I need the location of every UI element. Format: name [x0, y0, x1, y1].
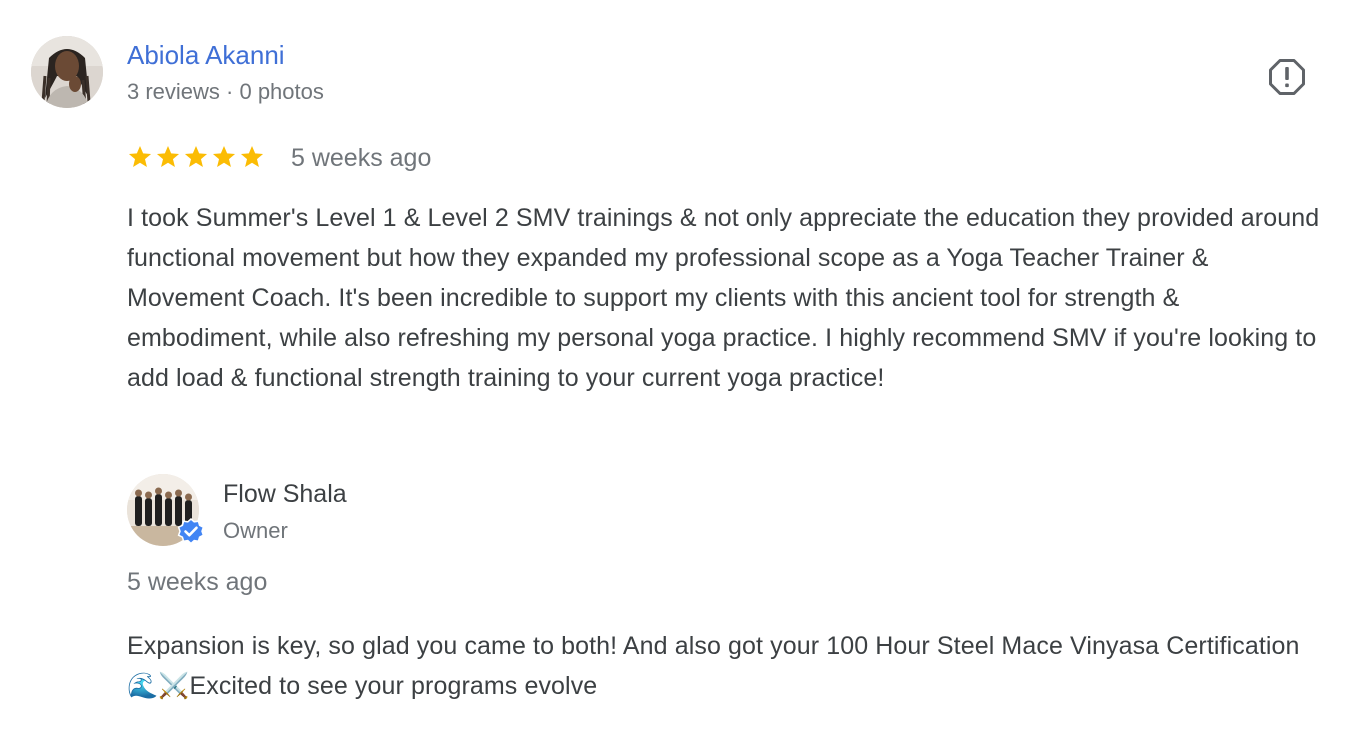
- reviewer-stats: 3 reviews · 0 photos: [127, 79, 324, 104]
- star-icon: [184, 145, 208, 167]
- owner-reply-text: Expansion is key, so glad you came to bo…: [127, 632, 1300, 700]
- review-date: 5 weeks ago: [291, 144, 432, 172]
- owner-name: Flow Shala: [223, 480, 347, 508]
- owner-role-label: Owner: [223, 518, 288, 543]
- review-text: I took Summer's Level 1 & Level 2 SMV tr…: [127, 204, 1320, 392]
- reply-date: 5 weeks ago: [127, 568, 268, 596]
- review-card: Abiola Akanni 3 reviews · 0 photos 5 wee…: [0, 0, 1362, 732]
- star-rating: [127, 142, 265, 172]
- reviewer-name-link[interactable]: Abiola Akanni: [127, 38, 285, 72]
- owner-avatar[interactable]: [127, 474, 205, 546]
- star-icon: [128, 145, 152, 167]
- report-flag-icon: [1269, 59, 1305, 95]
- reviewer-avatar[interactable]: [31, 36, 103, 108]
- reviewer-avatar-photo: [31, 36, 103, 108]
- star-icon: [240, 145, 264, 167]
- star-icon: [156, 145, 180, 167]
- star-icon: [212, 145, 236, 167]
- report-review-button[interactable]: [1266, 56, 1308, 98]
- verified-badge-icon: [177, 518, 205, 545]
